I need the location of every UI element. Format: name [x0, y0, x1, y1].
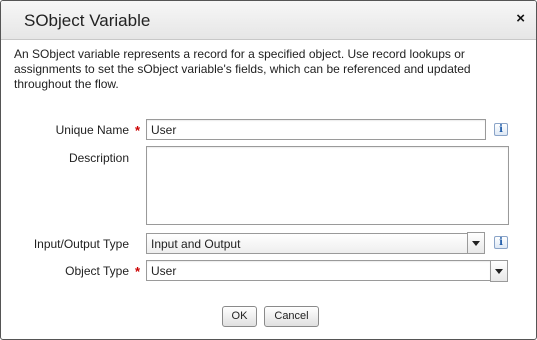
required-asterisk-icon: *	[135, 264, 141, 279]
io-type-dropdown-button[interactable]	[467, 232, 485, 254]
close-icon[interactable]: ×	[516, 10, 525, 27]
description-textarea[interactable]	[146, 146, 509, 225]
dialog-title: SObject Variable	[24, 11, 151, 30]
io-type-label: Input/Output Type	[33, 237, 129, 251]
unique-name-input[interactable]: User	[146, 119, 486, 140]
chevron-down-icon	[472, 241, 480, 246]
object-type-dropdown-button[interactable]	[490, 260, 508, 282]
sobject-variable-dialog: SObject Variable × An SObject variable r…	[0, 0, 537, 340]
io-type-select[interactable]: Input and Output	[146, 233, 468, 254]
info-icon[interactable]: i	[494, 236, 508, 249]
ok-button[interactable]: OK	[222, 306, 257, 327]
info-icon[interactable]: i	[494, 123, 508, 136]
object-type-input[interactable]: User	[146, 260, 491, 281]
dialog-titlebar: SObject Variable ×	[1, 1, 536, 40]
object-type-label: Object Type	[65, 264, 129, 278]
description-label: Description	[68, 151, 129, 165]
chevron-down-icon	[495, 269, 503, 274]
dialog-description: An SObject variable represents a record …	[14, 47, 471, 91]
required-asterisk-icon: *	[135, 123, 141, 138]
cancel-button[interactable]: Cancel	[264, 306, 319, 327]
unique-name-label: Unique Name	[55, 123, 129, 137]
